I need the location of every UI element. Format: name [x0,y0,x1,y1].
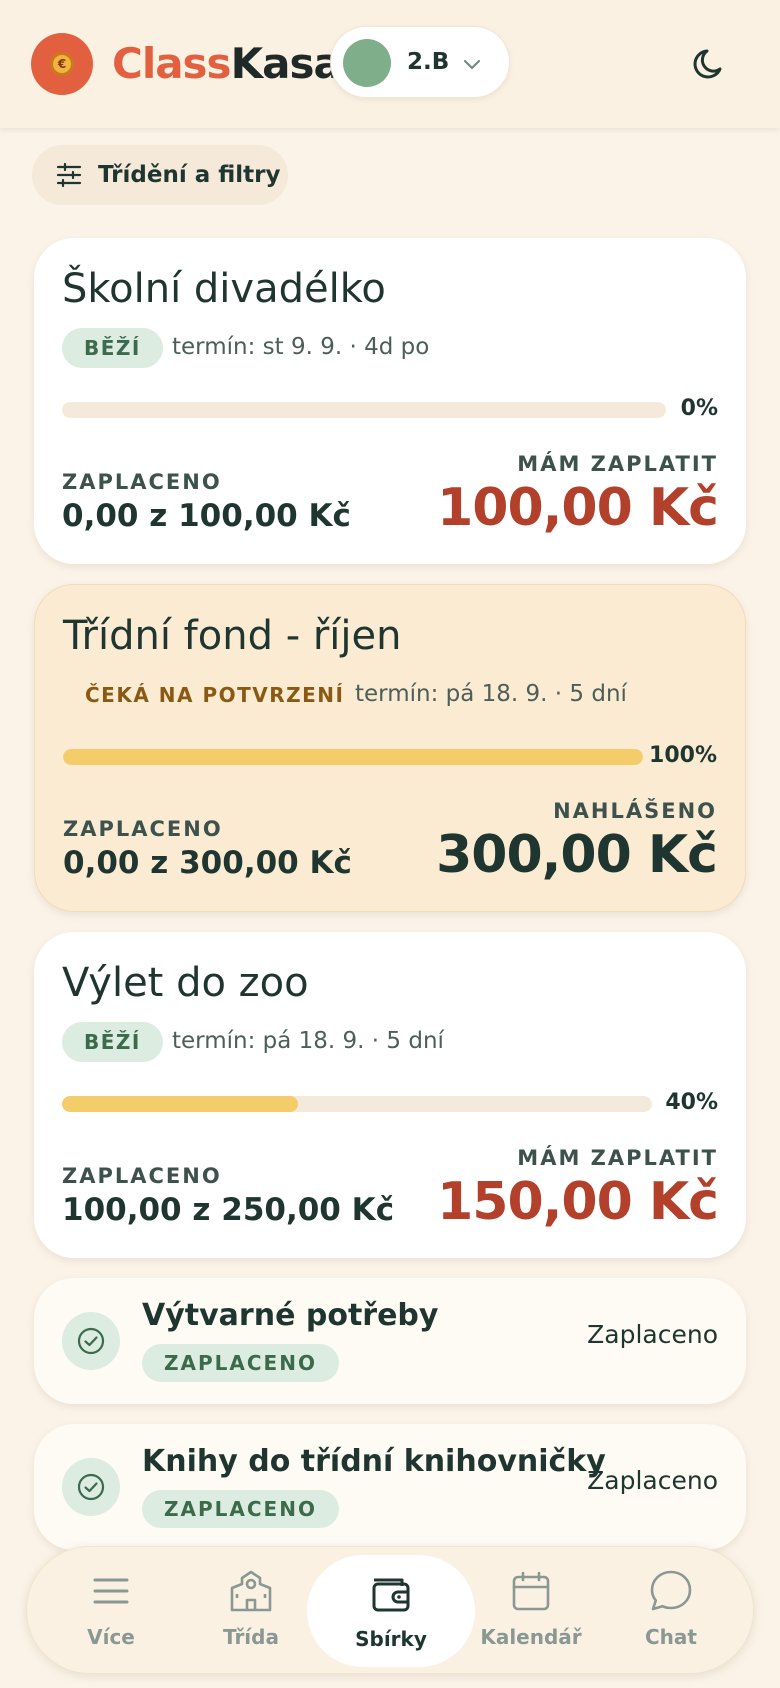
paid-value: 0,00 z 100,00 Kč [62,498,351,534]
collection-title: Školní divadélko [62,266,386,312]
paid-collection-card[interactable]: Knihy do třídní knihovničky ZAPLACENO Za… [34,1424,746,1550]
paid-value: 100,00 z 250,00 Kč [62,1192,395,1228]
collection-title: Třídní fond - říjen [63,613,402,659]
nav-label: Více [87,1625,135,1649]
paid-label: ZAPLACENO [62,470,222,494]
nav-item-chat[interactable]: Chat [601,1547,741,1675]
collection-card[interactable]: Výlet do zoo BĚŽÍ termín: pá 18. 9. · 5 … [34,932,746,1258]
due-date: termín: st 9. 9. · 4d po [172,334,430,360]
chevron-down-icon [463,59,481,70]
status-badge: ZAPLACENO [142,1344,339,1382]
collection-card[interactable]: Školní divadélko BĚŽÍ termín: st 9. 9. ·… [34,238,746,564]
collection-title: Výlet do zoo [62,960,309,1006]
due-date: termín: pá 18. 9. · 5 dní [172,1028,444,1054]
app-header: € ClassKasa 2.B [0,0,780,128]
status-badge: BĚŽÍ [62,328,163,368]
status-badge: ČEKÁ NA POTVRZENÍ [85,683,345,707]
paid-label: ZAPLACENO [62,1164,222,1188]
paid-collection-card[interactable]: Výtvarné potřeby ZAPLACENO Zaplaceno [34,1278,746,1404]
collection-card-pending[interactable]: Třídní fond - říjen ČEKÁ NA POTVRZENÍ te… [34,584,746,912]
nav-label: Sbírky [355,1627,427,1651]
status-badge: BĚŽÍ [62,1022,163,1062]
progress-fill [63,749,643,765]
school-icon [230,1570,272,1612]
progress-fill [62,1096,298,1112]
dark-mode-moon-icon[interactable] [690,44,730,84]
progress-bar [63,749,643,765]
reported-amount: 300,00 Kč [436,825,718,885]
nav-label: Kalendář [480,1625,582,1649]
amount-label: NAHLÁŠENO [553,799,717,823]
sliders-icon [56,162,82,188]
nav-item-calendar[interactable]: Kalendář [461,1547,601,1675]
class-name: 2.B [407,49,450,75]
progress-percent: 40% [665,1090,718,1115]
nav-label: Třída [223,1625,279,1649]
collection-title: Knihy do třídní knihovničky [142,1444,606,1479]
payment-status: Zaplaceno [587,1466,718,1495]
progress-bar [62,402,666,418]
progress-percent: 0% [680,396,718,421]
sort-filter-label: Třídění a filtry [98,162,281,188]
amount-label: MÁM ZAPLATIT [517,452,718,476]
status-badge: ZAPLACENO [142,1490,339,1528]
calendar-icon [512,1571,550,1611]
class-selector[interactable]: 2.B [330,26,510,98]
class-avatar [343,39,391,87]
due-date: termín: pá 18. 9. · 5 dní [355,681,627,707]
nav-item-class[interactable]: Třída [181,1547,321,1675]
app-title: ClassKasa [112,38,342,90]
check-circle-icon [62,1312,120,1370]
progress-bar [62,1096,652,1112]
paid-label: ZAPLACENO [63,817,223,841]
check-circle-icon [62,1458,120,1516]
nav-label: Chat [645,1625,697,1649]
amount-label: MÁM ZAPLATIT [517,1146,718,1170]
coin-icon: € [50,52,74,76]
progress-percent: 100% [649,743,717,768]
collection-title: Výtvarné potřeby [142,1298,439,1333]
logo-icon: € [31,33,93,95]
amount-due: 100,00 Kč [437,478,719,538]
paid-value: 0,00 z 300,00 Kč [63,845,352,881]
nav-item-collections[interactable]: Sbírky [307,1555,475,1667]
amount-due: 150,00 Kč [437,1172,719,1232]
chat-icon [650,1570,692,1611]
bottom-navigation: Více Třída Sbírky Kalendář Chat [26,1546,754,1674]
sort-filter-button[interactable]: Třídění a filtry [32,145,288,205]
payment-status: Zaplaceno [587,1320,718,1349]
menu-icon [93,1578,129,1604]
nav-item-more[interactable]: Více [41,1547,181,1675]
wallet-icon [372,1578,410,1612]
brand-part-2: Kasa [230,39,342,88]
brand-part-1: Class [112,39,232,88]
